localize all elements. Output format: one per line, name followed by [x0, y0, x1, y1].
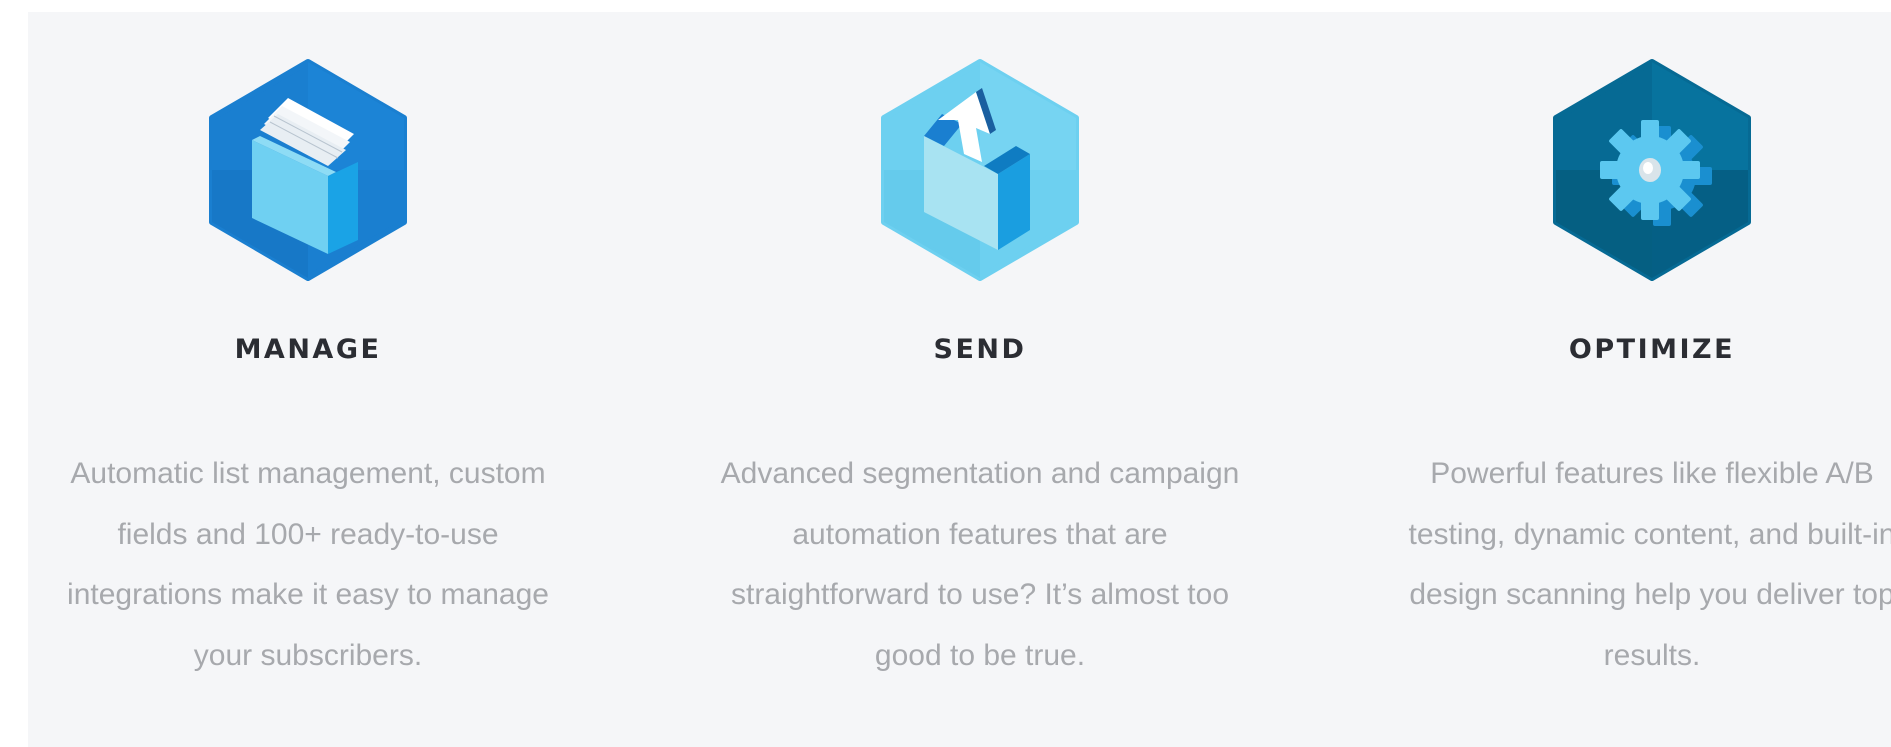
send-box-icon [880, 58, 1080, 282]
feature-title: SEND [933, 334, 1027, 365]
features-section: MANAGE Automatic list management, custom… [28, 12, 1891, 747]
feature-title: OPTIMIZE [1568, 334, 1736, 365]
feature-title: MANAGE [234, 334, 382, 365]
feature-description: Automatic list management, custom fields… [67, 457, 549, 672]
folder-icon [208, 58, 408, 282]
feature-description: Advanced segmentation and campaign autom… [720, 457, 1240, 672]
feature-description: Powerful features like flexible A/B test… [1408, 457, 1891, 672]
gear-icon [1552, 58, 1752, 282]
